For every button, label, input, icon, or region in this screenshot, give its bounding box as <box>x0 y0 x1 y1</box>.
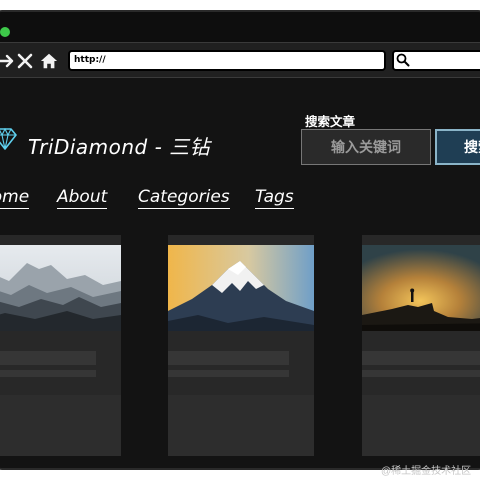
browser-search-bar[interactable] <box>392 50 480 71</box>
nav-categories[interactable]: Categories <box>138 187 230 209</box>
search-button[interactable]: 搜索 <box>435 129 480 165</box>
post-title-placeholder <box>168 351 289 365</box>
post-thumbnail[interactable] <box>168 245 314 331</box>
title-bar <box>0 12 480 42</box>
hiker-on-rock-at-sunset-image <box>362 245 480 331</box>
search-icon <box>396 53 410 67</box>
address-bar[interactable]: http:// <box>68 50 386 71</box>
close-icon[interactable] <box>16 52 34 70</box>
post-excerpt-placeholder <box>0 395 121 456</box>
forward-icon[interactable] <box>0 52 16 70</box>
maximize-button[interactable] <box>0 27 10 37</box>
post-thumbnail[interactable] <box>0 245 121 331</box>
search-label: 搜索文章 <box>305 115 356 129</box>
post-meta-placeholder <box>168 370 289 377</box>
browser-toolbar: http:// <box>0 42 480 78</box>
browser-window: http:// TriDiamond - 三钻 搜索文章 输入关键词 搜索 Ho… <box>0 10 480 470</box>
post-excerpt-placeholder <box>168 395 314 456</box>
post-title-placeholder <box>0 351 96 365</box>
post-meta-placeholder <box>0 370 96 377</box>
post-meta-placeholder <box>362 370 480 377</box>
nav-about[interactable]: About <box>57 187 108 209</box>
post-card[interactable] <box>0 235 121 456</box>
post-title-placeholder <box>362 351 480 365</box>
misty-mountain-range-image <box>0 245 121 331</box>
blog-page: TriDiamond - 三钻 搜索文章 输入关键词 搜索 Home About… <box>0 78 480 468</box>
diamond-icon <box>0 128 17 150</box>
nav-home[interactable]: Home <box>0 187 30 209</box>
snowy-mountain-peak-image <box>168 245 314 331</box>
home-icon[interactable] <box>40 52 58 70</box>
watermark: @稀土掘金技术社区 <box>381 466 472 477</box>
post-card[interactable] <box>168 235 314 456</box>
site-title[interactable]: TriDiamond - 三钻 <box>28 131 210 160</box>
nav-tags[interactable]: Tags <box>255 187 294 209</box>
search-input[interactable]: 输入关键词 <box>301 129 431 165</box>
post-excerpt-placeholder <box>362 395 480 456</box>
post-card[interactable] <box>362 235 480 456</box>
post-thumbnail[interactable] <box>362 245 480 331</box>
